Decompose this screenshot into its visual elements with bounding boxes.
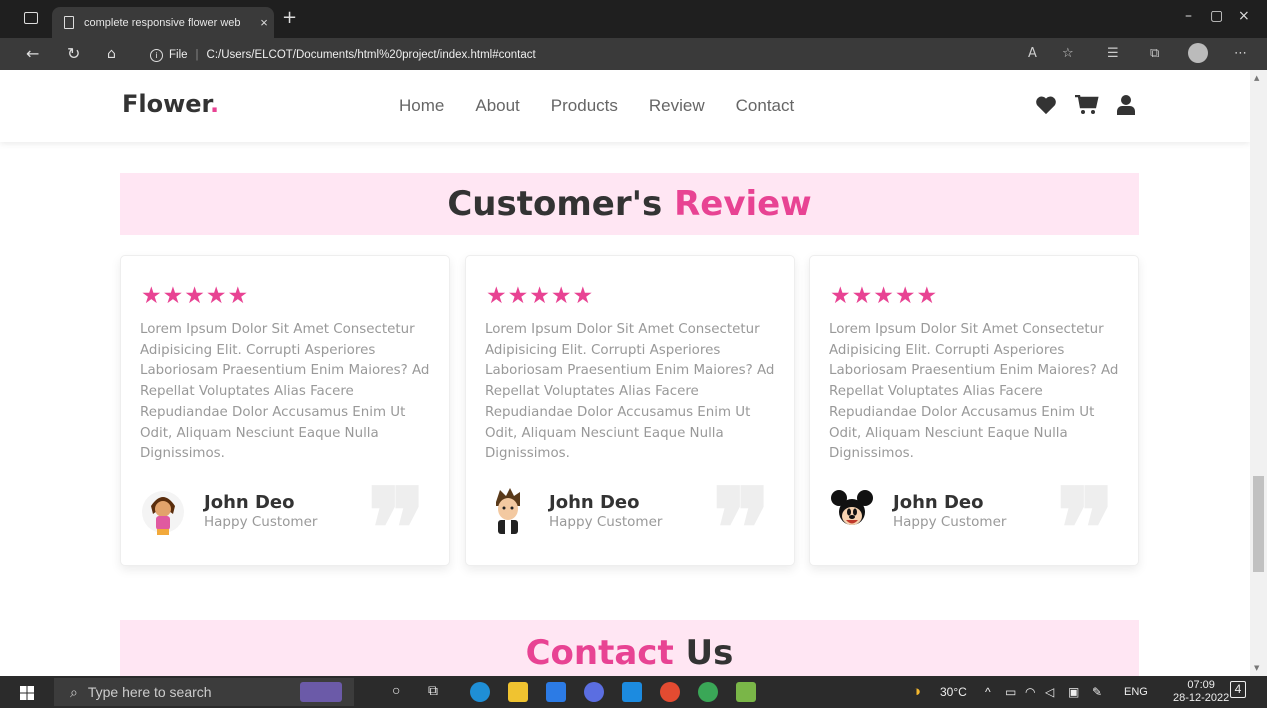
weather-temp[interactable]: 30°C bbox=[940, 685, 967, 699]
windows-start-icon[interactable] bbox=[20, 686, 34, 700]
review-text: Lorem Ipsum Dolor Sit Amet Consectetur A… bbox=[829, 322, 1119, 462]
chrome-app-icon[interactable] bbox=[698, 682, 718, 702]
quote-icon: ❞ bbox=[712, 464, 772, 593]
nav-products[interactable]: Products bbox=[551, 96, 618, 116]
read-aloud-icon[interactable]: A bbox=[1028, 46, 1037, 61]
tab-title: complete responsive flower web bbox=[84, 16, 241, 29]
file-explorer-icon[interactable] bbox=[508, 682, 528, 702]
quote-icon: ❞ bbox=[367, 464, 427, 593]
edge-icon[interactable] bbox=[470, 682, 490, 702]
site-header: Flower. Home About Products Review Conta… bbox=[0, 70, 1250, 142]
home-icon[interactable]: ⌂ bbox=[107, 46, 116, 62]
review-text: Lorem Ipsum Dolor Sit Amet Consectetur A… bbox=[140, 322, 430, 462]
url-text: C:/Users/ELCOT/Documents/html%20project/… bbox=[206, 49, 536, 61]
network-icon[interactable]: ◠ bbox=[1025, 685, 1035, 699]
user-icon[interactable] bbox=[1117, 95, 1135, 115]
review-card: ★★★★★ Lorem Ipsum Dolor Sit Amet Consect… bbox=[120, 255, 450, 584]
customer-role: Happy Customer bbox=[549, 514, 663, 530]
review-heading: Customer's Review bbox=[120, 173, 1139, 235]
review-card: ★★★★★ Lorem Ipsum Dolor Sit Amet Consect… bbox=[809, 255, 1139, 584]
minimize-button[interactable]: – bbox=[1185, 8, 1192, 24]
clock[interactable]: 07:09 28-12-2022 bbox=[1173, 679, 1229, 705]
close-tab-icon[interactable]: × bbox=[254, 15, 274, 30]
customer-role: Happy Customer bbox=[204, 514, 318, 530]
windows-taskbar: ⌕ Type here to search ○ ⧉ ◑ 30°C ^ ▭ ◠ ◁… bbox=[0, 676, 1267, 708]
site-logo[interactable]: Flower. bbox=[122, 90, 219, 118]
close-window-button[interactable]: × bbox=[1238, 8, 1250, 24]
customer-avatar bbox=[831, 490, 873, 525]
page-icon bbox=[64, 16, 74, 29]
tray-app-icon[interactable]: ▣ bbox=[1068, 685, 1079, 699]
new-tab-button[interactable]: + bbox=[282, 7, 297, 28]
quote-icon: ❞ bbox=[1056, 464, 1116, 593]
main-nav: Home About Products Review Contact bbox=[399, 96, 825, 116]
customer-avatar bbox=[496, 488, 520, 534]
customer-name: John Deo bbox=[204, 492, 295, 513]
mail-icon[interactable] bbox=[622, 682, 642, 702]
store-icon[interactable] bbox=[546, 682, 566, 702]
search-placeholder: Type here to search bbox=[87, 684, 212, 700]
back-icon[interactable]: ← bbox=[26, 44, 39, 63]
scroll-down-icon[interactable]: ▼ bbox=[1254, 664, 1259, 672]
weather-icon[interactable]: ◑ bbox=[912, 683, 921, 700]
customer-name: John Deo bbox=[893, 492, 984, 513]
star-rating: ★★★★★ bbox=[486, 283, 595, 309]
customer-avatar bbox=[142, 491, 184, 535]
scroll-up-icon[interactable]: ▲ bbox=[1254, 74, 1259, 82]
header-icons bbox=[1035, 95, 1135, 115]
web-page: Flower. Home About Products Review Conta… bbox=[0, 70, 1250, 676]
tab-actions-icon[interactable] bbox=[24, 12, 38, 24]
review-text: Lorem Ipsum Dolor Sit Amet Consectetur A… bbox=[485, 322, 775, 462]
refresh-icon[interactable]: ↻ bbox=[67, 44, 80, 63]
contact-heading: Contact Us bbox=[120, 620, 1139, 676]
restore-button[interactable]: ▢ bbox=[1210, 8, 1223, 24]
nav-home[interactable]: Home bbox=[399, 96, 444, 116]
search-icon: ⌕ bbox=[70, 683, 78, 700]
nav-about[interactable]: About bbox=[475, 96, 519, 116]
news-widget-icon[interactable] bbox=[300, 682, 342, 702]
language-indicator[interactable]: ENG bbox=[1124, 686, 1148, 698]
cortana-icon[interactable]: ○ bbox=[392, 682, 400, 698]
customer-name: John Deo bbox=[549, 492, 640, 513]
editor-icon[interactable] bbox=[736, 682, 756, 702]
info-icon[interactable]: i bbox=[150, 48, 163, 62]
profile-avatar-icon[interactable] bbox=[1188, 43, 1208, 63]
browser-tab-bar: complete responsive flower web × + – ▢ × bbox=[0, 0, 1267, 38]
page-scrollbar[interactable]: ▲ ▼ bbox=[1250, 70, 1267, 676]
star-rating: ★★★★★ bbox=[830, 283, 939, 309]
cart-icon[interactable] bbox=[1075, 95, 1099, 115]
star-rating: ★★★★★ bbox=[141, 283, 250, 309]
nav-contact[interactable]: Contact bbox=[736, 96, 795, 116]
url-separator: | bbox=[195, 49, 199, 61]
customer-role: Happy Customer bbox=[893, 514, 1007, 530]
clock-date: 28-12-2022 bbox=[1173, 692, 1230, 704]
browser-tab[interactable]: complete responsive flower web × bbox=[52, 7, 274, 38]
address-bar-row: ← ↻ ⌂ i File | C:/Users/ELCOT/Documents/… bbox=[0, 38, 1267, 70]
favorite-icon[interactable]: ☆ bbox=[1062, 46, 1074, 61]
heart-icon[interactable] bbox=[1035, 95, 1057, 115]
task-view-icon[interactable]: ⧉ bbox=[428, 682, 438, 699]
chrome-icon[interactable] bbox=[660, 682, 680, 702]
volume-icon[interactable]: ◁ bbox=[1045, 685, 1054, 699]
url-scheme-label: File bbox=[169, 49, 188, 61]
battery-icon[interactable]: ▭ bbox=[1005, 685, 1016, 699]
notification-center-icon[interactable]: 4 bbox=[1230, 681, 1246, 698]
pen-icon[interactable]: ✎ bbox=[1092, 685, 1102, 699]
address-field[interactable]: i File | C:/Users/ELCOT/Documents/html%2… bbox=[150, 44, 1250, 66]
nav-review[interactable]: Review bbox=[649, 96, 705, 116]
favorites-list-icon[interactable]: ☰ bbox=[1107, 46, 1119, 61]
scrollbar-thumb[interactable] bbox=[1253, 476, 1264, 572]
more-icon[interactable]: ⋯ bbox=[1234, 46, 1247, 61]
collections-icon[interactable]: ⧉ bbox=[1150, 46, 1159, 61]
clock-time: 07:09 bbox=[1187, 679, 1215, 691]
app-icon[interactable] bbox=[584, 682, 604, 702]
show-hidden-icons[interactable]: ^ bbox=[985, 685, 991, 699]
review-card: ★★★★★ Lorem Ipsum Dolor Sit Amet Consect… bbox=[465, 255, 795, 584]
